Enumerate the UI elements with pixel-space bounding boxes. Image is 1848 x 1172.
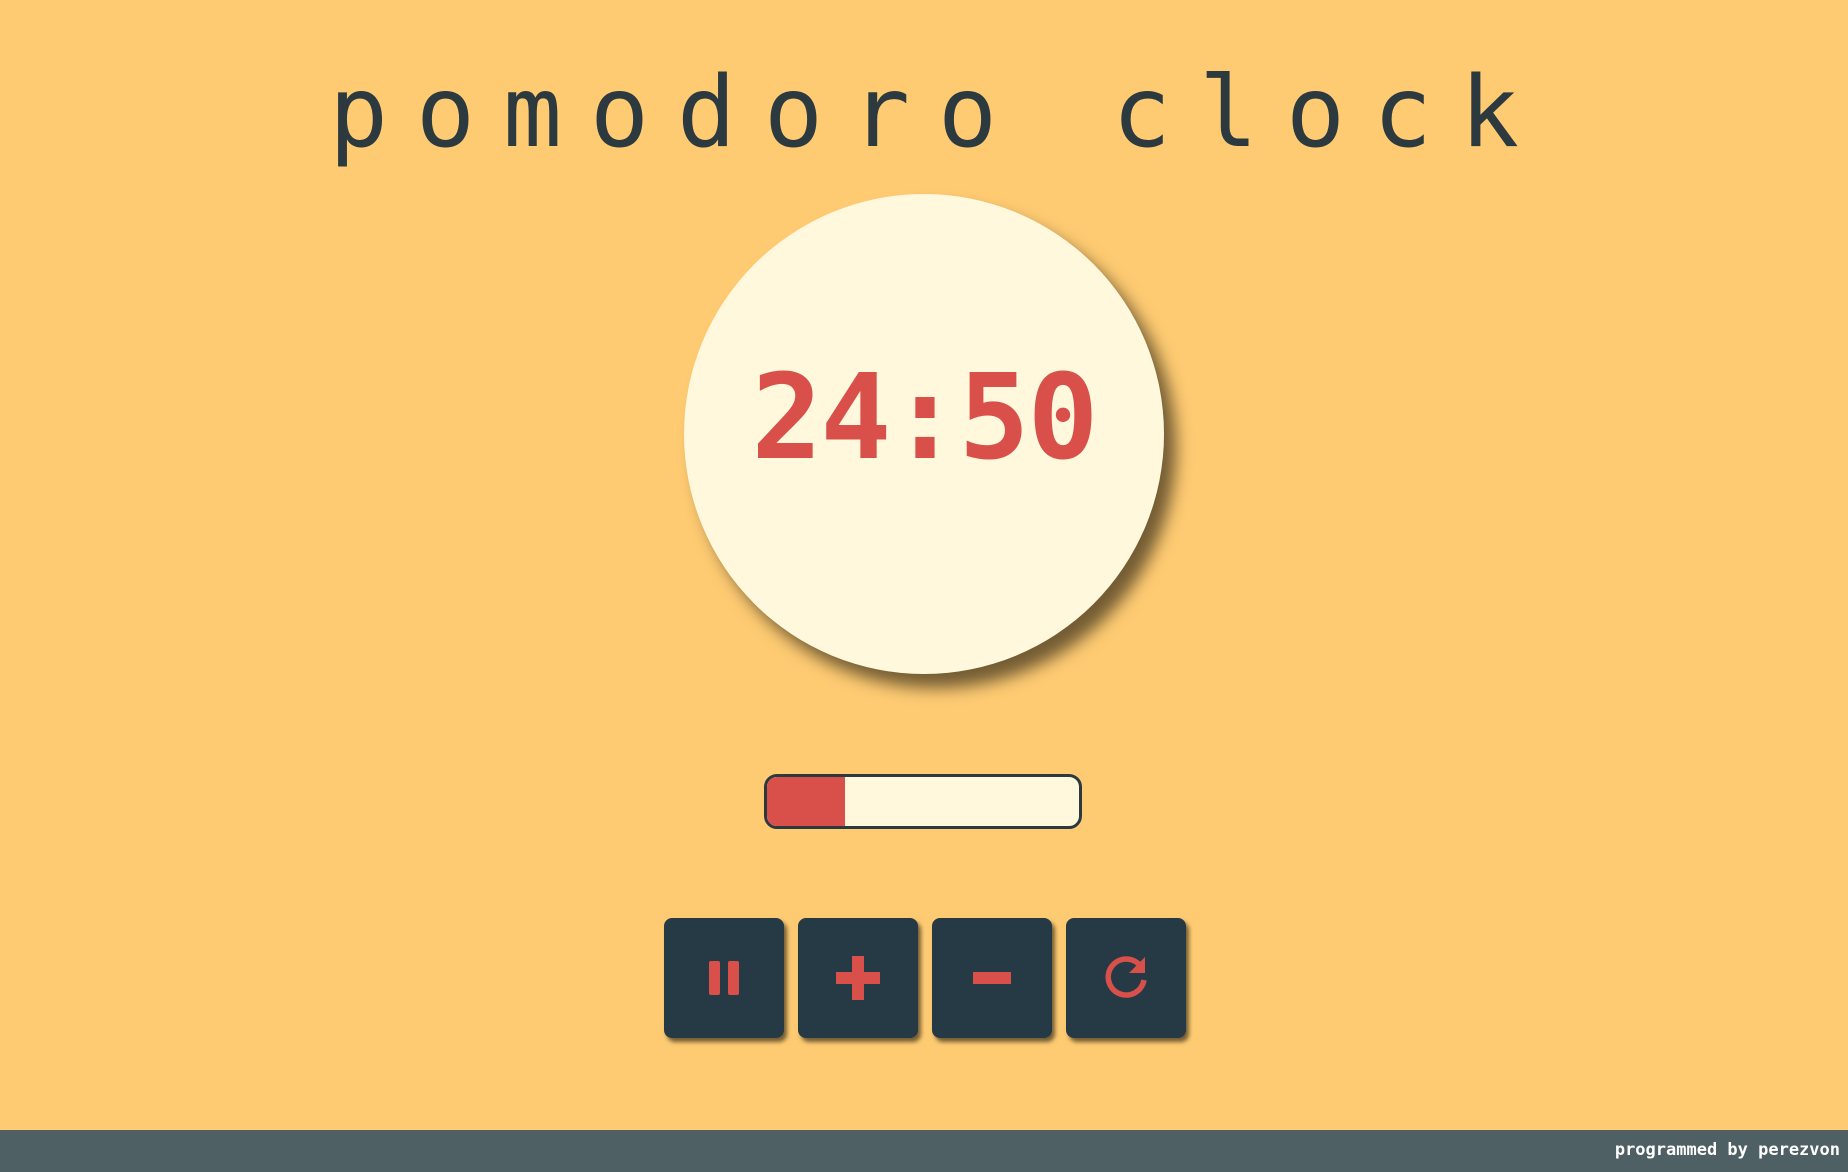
- footer-bar: programmed by perezvon: [0, 1130, 1848, 1172]
- timer-controls: [664, 918, 1186, 1038]
- decrease-button[interactable]: [932, 918, 1052, 1038]
- plus-icon: [836, 956, 880, 1000]
- clock-face: 24:50: [684, 194, 1164, 674]
- page-title: pomodoro clock: [328, 56, 1547, 170]
- pause-button[interactable]: [664, 918, 784, 1038]
- reset-button[interactable]: [1066, 918, 1186, 1038]
- timer-display: 24:50: [751, 348, 1098, 486]
- increase-button[interactable]: [798, 918, 918, 1038]
- progress-bar: [764, 774, 1082, 829]
- footer-credit: programmed by perezvon: [1614, 1140, 1840, 1160]
- pause-icon: [709, 961, 739, 995]
- minus-icon: [973, 972, 1011, 984]
- refresh-icon: [1105, 956, 1147, 998]
- progress-bar-fill: [767, 777, 845, 826]
